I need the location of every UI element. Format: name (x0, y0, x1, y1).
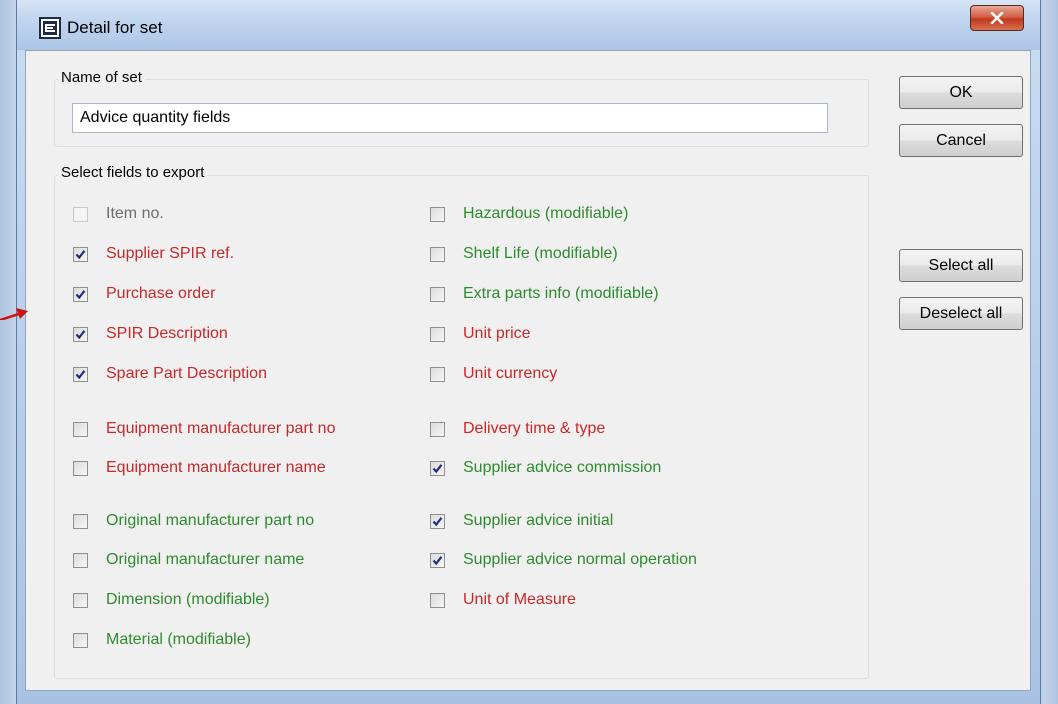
checkbox[interactable] (430, 286, 445, 302)
checkbox[interactable] (430, 366, 445, 382)
app-icon (39, 17, 61, 39)
name-of-set-label: Name of set (58, 69, 145, 86)
checkbox[interactable] (430, 460, 445, 476)
field-dimension-modifiable[interactable]: Dimension (modifiable) (73, 589, 270, 611)
checkbox[interactable] (73, 366, 88, 382)
dialog-client-area: Name of set Advice quantity fields OK Ca… (25, 50, 1031, 691)
checkbox[interactable] (73, 286, 88, 302)
field-delivery-time-type[interactable]: Delivery time & type (430, 418, 605, 440)
field-material-modifiable[interactable]: Material (modifiable) (73, 629, 251, 651)
field-label: Unit price (463, 325, 531, 342)
checkmark-icon (432, 555, 443, 565)
field-purchase-order[interactable]: Purchase order (73, 283, 215, 305)
checkbox[interactable] (430, 592, 445, 608)
field-spare-part-description[interactable]: Spare Part Description (73, 363, 267, 385)
field-label: Supplier advice normal operation (463, 551, 697, 568)
close-icon (990, 12, 1004, 24)
select-all-button[interactable]: Select all (899, 249, 1023, 282)
field-label: Supplier advice initial (463, 512, 614, 529)
field-label: Purchase order (106, 285, 216, 302)
checkbox[interactable] (73, 592, 88, 608)
field-item-no: Item no. (73, 203, 164, 225)
checkbox[interactable] (73, 246, 88, 262)
field-shelf-life-modifiable[interactable]: Shelf Life (modifiable) (430, 243, 618, 265)
field-label: Unit of Measure (463, 591, 576, 608)
field-label: Supplier SPIR ref. (106, 245, 235, 262)
checkbox[interactable] (73, 632, 88, 648)
field-supplier-advice-commission[interactable]: Supplier advice commission (430, 457, 661, 479)
title-bar[interactable]: Detail for set (17, 0, 1040, 50)
field-label: Extra parts info (modifiable) (463, 285, 659, 302)
checkbox[interactable] (73, 513, 88, 529)
checkmark-icon (75, 249, 86, 259)
checkbox[interactable] (430, 552, 445, 568)
field-label: Item no. (106, 205, 164, 222)
checkbox[interactable] (430, 246, 445, 262)
cancel-button[interactable]: Cancel (899, 124, 1023, 157)
field-equipment-manufacturer-name[interactable]: Equipment manufacturer name (73, 457, 326, 479)
select-fields-label: Select fields to export (58, 164, 208, 181)
checkmark-icon (432, 516, 443, 526)
field-extra-parts-info-modifiable[interactable]: Extra parts info (modifiable) (430, 283, 659, 305)
field-supplier-advice-initial[interactable]: Supplier advice initial (430, 510, 613, 532)
checkmark-icon (432, 463, 443, 473)
field-label: SPIR Description (106, 325, 228, 342)
field-label: Hazardous (modifiable) (463, 205, 629, 222)
field-hazardous-modifiable[interactable]: Hazardous (modifiable) (430, 203, 628, 225)
field-label: Supplier advice commission (463, 459, 662, 476)
deselect-all-button[interactable]: Deselect all (899, 297, 1023, 330)
checkbox[interactable] (430, 206, 445, 222)
close-button[interactable] (970, 5, 1024, 31)
field-unit-currency[interactable]: Unit currency (430, 363, 557, 385)
checkbox[interactable] (430, 513, 445, 529)
field-label: Material (modifiable) (106, 631, 251, 648)
red-arrow-annotation (0, 308, 28, 320)
checkbox[interactable] (430, 326, 445, 342)
field-label: Delivery time & type (463, 420, 606, 437)
field-label: Original manufacturer part no (106, 512, 315, 529)
window-title: Detail for set (67, 18, 163, 37)
field-unit-price[interactable]: Unit price (430, 323, 531, 345)
field-label: Spare Part Description (106, 365, 267, 382)
desktop-background-right (1042, 0, 1058, 704)
checkbox[interactable] (73, 460, 88, 476)
field-spir-description[interactable]: SPIR Description (73, 323, 228, 345)
desktop-background-left (0, 0, 16, 704)
checkmark-icon (75, 369, 86, 379)
checkbox[interactable] (73, 326, 88, 342)
checkbox[interactable] (430, 421, 445, 437)
ok-button[interactable]: OK (899, 76, 1023, 109)
checkbox (73, 206, 88, 222)
checkbox[interactable] (73, 421, 88, 437)
field-equipment-manufacturer-part-no[interactable]: Equipment manufacturer part no (73, 418, 335, 440)
field-supplier-advice-normal-operation[interactable]: Supplier advice normal operation (430, 549, 697, 571)
field-label: Equipment manufacturer part no (106, 420, 336, 437)
field-original-manufacturer-part-no[interactable]: Original manufacturer part no (73, 510, 314, 532)
detail-for-set-dialog: Detail for set Name of set Advice quanti… (16, 0, 1041, 704)
field-label: Dimension (modifiable) (106, 591, 270, 608)
checkmark-icon (75, 329, 86, 339)
checkbox[interactable] (73, 552, 88, 568)
field-supplier-spir-ref[interactable]: Supplier SPIR ref. (73, 243, 234, 265)
checkmark-icon (75, 289, 86, 299)
field-label: Original manufacturer name (106, 551, 305, 568)
field-original-manufacturer-name[interactable]: Original manufacturer name (73, 549, 304, 571)
set-name-input[interactable]: Advice quantity fields (72, 103, 828, 133)
field-label: Equipment manufacturer name (106, 459, 326, 476)
field-label: Shelf Life (modifiable) (463, 245, 618, 262)
field-label: Unit currency (463, 365, 558, 382)
field-unit-of-measure[interactable]: Unit of Measure (430, 589, 576, 611)
